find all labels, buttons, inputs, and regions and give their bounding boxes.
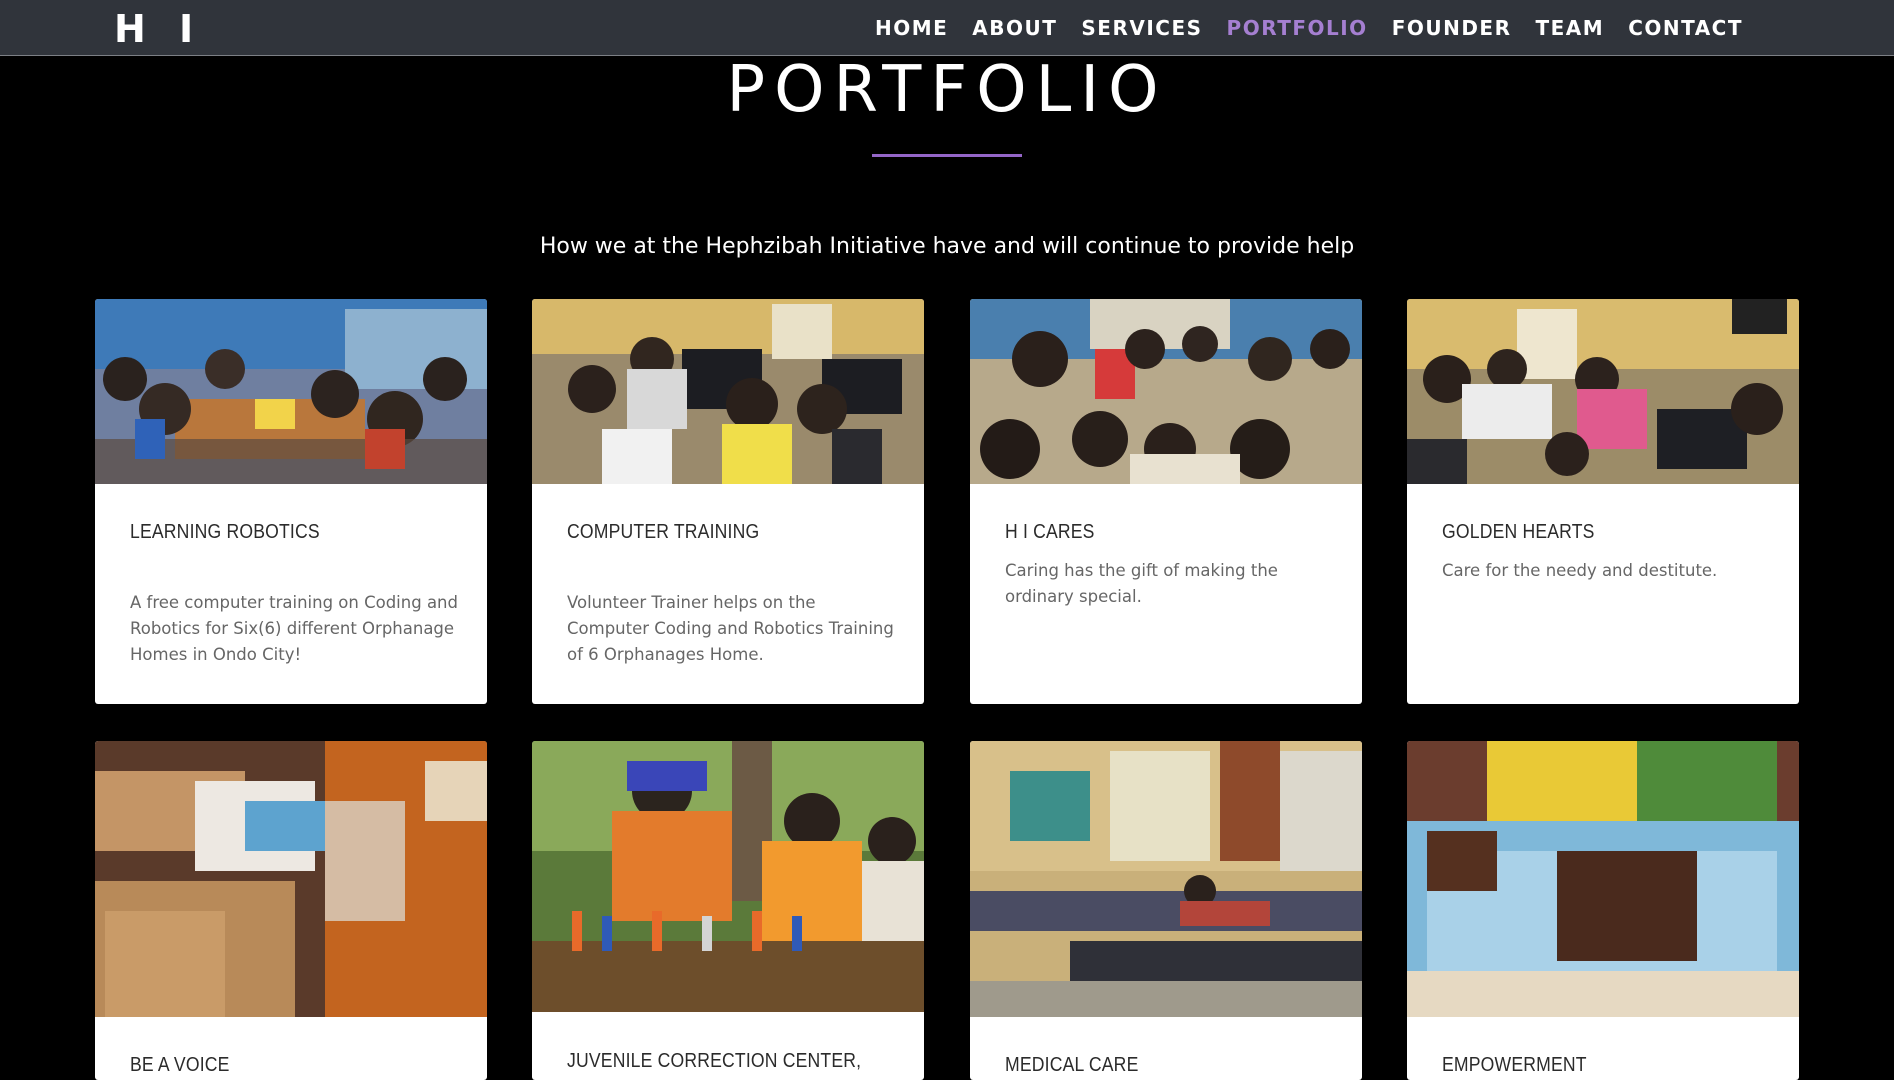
nav-founder[interactable]: FOUNDER [1392, 16, 1512, 40]
portfolio-card-be-a-voice[interactable]: BE A VOICE [95, 741, 487, 1080]
card-description: Care for the needy and destitute. [1442, 561, 1718, 580]
nav-services[interactable]: SERVICES [1081, 16, 1202, 40]
main-navigation: HOME ABOUT SERVICES PORTFOLIO FOUNDER TE… [851, 0, 1743, 56]
card-photo[interactable] [532, 299, 924, 484]
portfolio-card-juvenile-correction-center[interactable]: JUVENILE CORRECTION CENTER, [532, 741, 924, 1080]
card-photo[interactable] [532, 741, 924, 1012]
portfolio-card-golden-hearts[interactable]: GOLDEN HEARTS Care for the needy and des… [1407, 299, 1799, 704]
page-subtitle: How we at the Hephzibah Initiative have … [539, 234, 1355, 259]
card-title: EMPOWERMENT [1442, 1054, 1587, 1076]
title-underline [872, 154, 1022, 157]
portfolio-card-medical-care[interactable]: MEDICAL CARE [970, 741, 1362, 1080]
page-title: PORTFOLIO [726, 53, 1168, 127]
nav-team[interactable]: TEAM [1536, 16, 1605, 40]
nav-portfolio[interactable]: PORTFOLIO [1227, 16, 1368, 40]
portfolio-card-computer-training[interactable]: COMPUTER TRAINING Volunteer Trainer help… [532, 299, 924, 704]
card-photo[interactable] [970, 741, 1362, 1017]
card-title: JUVENILE CORRECTION CENTER, [567, 1050, 862, 1072]
card-title: COMPUTER TRAINING [567, 521, 760, 543]
portfolio-card-learning-robotics[interactable]: LEARNING ROBOTICS A free computer traini… [95, 299, 487, 704]
nav-home[interactable]: HOME [875, 16, 948, 40]
nav-about[interactable]: ABOUT [972, 16, 1057, 40]
card-title: GOLDEN HEARTS [1442, 521, 1595, 543]
card-title: BE A VOICE [130, 1054, 230, 1076]
card-description: Caring has the gift of making the ordina… [1005, 561, 1278, 606]
card-title: LEARNING ROBOTICS [130, 521, 320, 543]
nav-contact[interactable]: CONTACT [1628, 16, 1743, 40]
card-photo[interactable] [95, 299, 487, 484]
card-photo[interactable] [1407, 741, 1799, 1017]
card-photo[interactable] [1407, 299, 1799, 484]
card-title: H I CARES [1005, 521, 1095, 543]
site-logo[interactable]: H I [114, 7, 203, 51]
top-navbar: H I HOME ABOUT SERVICES PORTFOLIO FOUNDE… [0, 0, 1894, 56]
card-photo[interactable] [95, 741, 487, 1017]
card-photo[interactable] [970, 299, 1362, 484]
card-title: MEDICAL CARE [1005, 1054, 1139, 1076]
card-description: A free computer training on Coding and R… [130, 593, 458, 664]
portfolio-card-empowerment[interactable]: EMPOWERMENT [1407, 741, 1799, 1080]
card-description: Volunteer Trainer helps on the Computer … [567, 593, 894, 664]
portfolio-card-hi-cares[interactable]: H I CARES Caring has the gift of making … [970, 299, 1362, 704]
